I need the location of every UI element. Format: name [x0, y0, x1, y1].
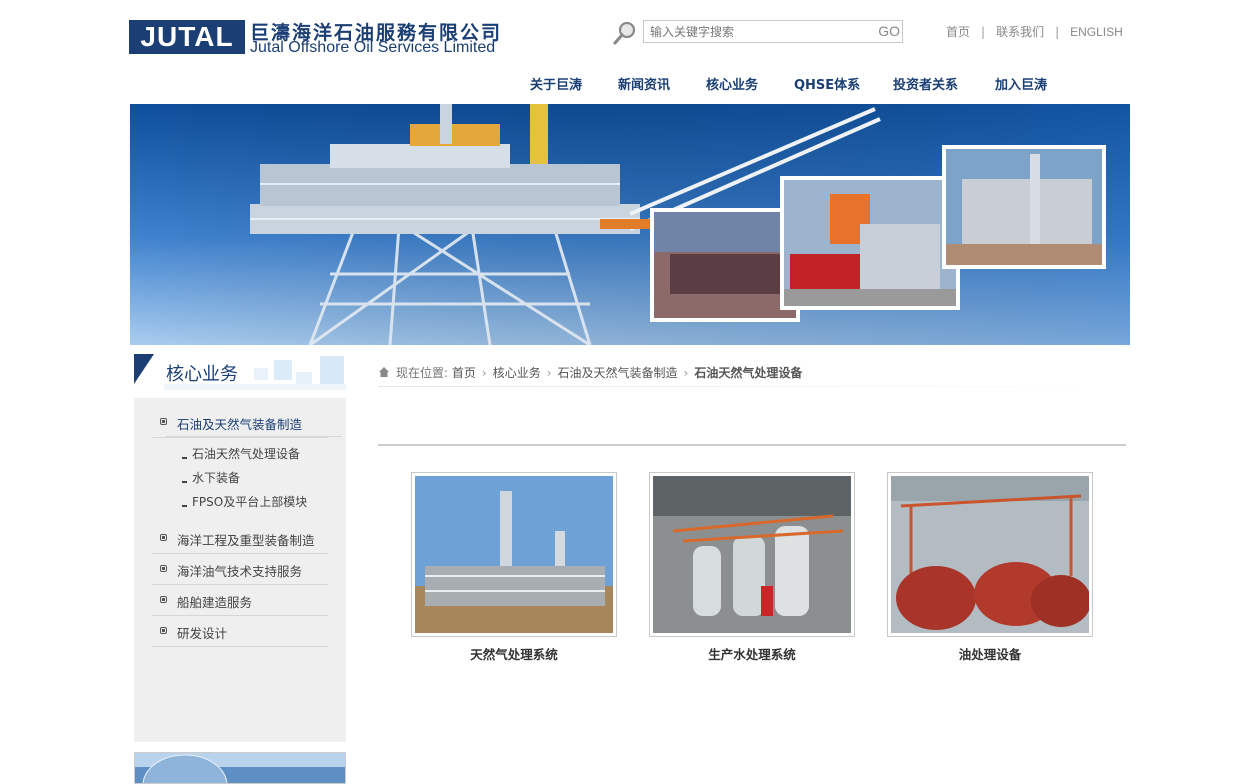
- sidebar-subitem-label: 石油天然气处理设备: [192, 447, 301, 461]
- chevron-right-icon: ›: [481, 366, 487, 380]
- breadcrumb-divider: [378, 386, 1126, 387]
- sidebar-subitem-label: FPSO及平台上部模块: [192, 495, 308, 509]
- sidebar-item-label: 海洋油气技术支持服务: [177, 564, 303, 579]
- breadcrumb-core-business[interactable]: 核心业务: [493, 366, 541, 380]
- bullet-icon: [160, 534, 167, 541]
- dash-icon: [182, 504, 187, 507]
- product-card-gas-processing[interactable]: 天然气处理系统: [411, 472, 617, 668]
- sidebar-item-label: 石油及天然气装备制造: [177, 417, 303, 432]
- breadcrumb-prefix: 现在位置:: [396, 366, 449, 380]
- breadcrumb: 现在位置: 首页 › 核心业务 › 石油及天然气装备制造 › 石油天然气处理设备: [378, 364, 802, 382]
- nav-core-business[interactable]: 核心业务: [706, 74, 758, 93]
- bullet-icon: [160, 627, 167, 634]
- sidebar-item-label: 海洋工程及重型装备制造: [177, 533, 315, 548]
- sidebar-item-shipbuilding[interactable]: 船舶建造服务: [152, 585, 328, 616]
- top-link-home[interactable]: 首页: [946, 23, 970, 40]
- sidebar-subitem-processing-equipment[interactable]: 石油天然气处理设备: [182, 445, 300, 462]
- sidebar-item-oil-gas-equipment[interactable]: 石油及天然气装备制造: [152, 407, 328, 438]
- top-link-contact[interactable]: 联系我们: [996, 23, 1044, 40]
- sidebar-item-marine-engineering[interactable]: 海洋工程及重型装备制造: [152, 523, 328, 554]
- sidebar-menu: 石油及天然气装备制造 石油天然气处理设备 水下装备 FPSO及平台上部模块 海洋…: [134, 398, 346, 742]
- nav-join[interactable]: 加入巨涛: [995, 74, 1047, 93]
- bullet-icon: [160, 596, 167, 603]
- search-input[interactable]: [644, 21, 870, 42]
- product-image: [891, 476, 1089, 633]
- breadcrumb-oil-gas-equipment[interactable]: 石油及天然气装备制造: [558, 366, 678, 380]
- hero-banner: [130, 104, 1130, 345]
- home-icon: [378, 366, 390, 378]
- chevron-right-icon: ›: [683, 366, 689, 380]
- search-go-button[interactable]: GO: [878, 23, 900, 39]
- sidebar-globe-image[interactable]: [134, 752, 346, 784]
- product-image-frame[interactable]: [887, 472, 1093, 637]
- search-icon: [612, 20, 638, 46]
- product-caption[interactable]: 天然气处理系统: [411, 644, 617, 663]
- top-link-separator: |: [981, 25, 986, 39]
- bullet-icon: [160, 565, 167, 572]
- logo-mark: JUTAL: [129, 20, 245, 54]
- bullet-icon: [160, 418, 167, 425]
- content-divider: [378, 444, 1126, 446]
- sidebar-item-label: 研发设计: [177, 626, 228, 641]
- product-caption[interactable]: 生产水处理系统: [649, 644, 855, 663]
- product-card-water-treatment[interactable]: 生产水处理系统: [649, 472, 855, 668]
- sidebar-subitem-subsea-equipment[interactable]: 水下装备: [182, 469, 240, 486]
- product-image-frame[interactable]: [411, 472, 617, 637]
- nav-qhse[interactable]: QHSE体系: [794, 74, 860, 93]
- sidebar-item-technical-support[interactable]: 海洋油气技术支持服务: [152, 554, 328, 585]
- submenu-divider: [166, 436, 342, 437]
- nav-about[interactable]: 关于巨涛: [530, 74, 582, 93]
- dash-icon: [182, 456, 187, 459]
- chevron-right-icon: ›: [546, 366, 552, 380]
- dash-icon: [182, 480, 187, 483]
- sidebar-subitem-label: 水下装备: [192, 471, 241, 485]
- sidebar-title-banner: 核心业务: [134, 354, 346, 390]
- top-link-separator: |: [1055, 25, 1060, 39]
- sidebar-subitem-fpso-modules[interactable]: FPSO及平台上部模块: [182, 493, 307, 510]
- logo-english-name: Jutal Offshore Oil Services Limited: [250, 39, 496, 56]
- top-link-english[interactable]: ENGLISH: [1070, 25, 1123, 39]
- nav-news[interactable]: 新闻资讯: [618, 74, 670, 93]
- product-image: [653, 476, 851, 633]
- sidebar-item-label: 船舶建造服务: [177, 595, 253, 610]
- search-box: GO: [643, 20, 903, 43]
- top-links: 首页 | 联系我们 | ENGLISH: [946, 23, 1123, 40]
- nav-investors[interactable]: 投资者关系: [893, 74, 958, 93]
- company-logo[interactable]: JUTAL 巨濤海洋石油服務有限公司 Jutal Offshore Oil Se…: [129, 18, 509, 60]
- product-card-oil-treatment[interactable]: 油处理设备: [887, 472, 1093, 668]
- breadcrumb-home[interactable]: 首页: [452, 366, 476, 380]
- breadcrumb-current: 石油天然气处理设备: [694, 366, 803, 380]
- product-image-frame[interactable]: [649, 472, 855, 637]
- product-image: [415, 476, 613, 633]
- product-caption[interactable]: 油处理设备: [887, 644, 1093, 663]
- sidebar-title: 核心业务: [166, 364, 238, 385]
- sidebar-item-rnd-design[interactable]: 研发设计: [152, 616, 328, 647]
